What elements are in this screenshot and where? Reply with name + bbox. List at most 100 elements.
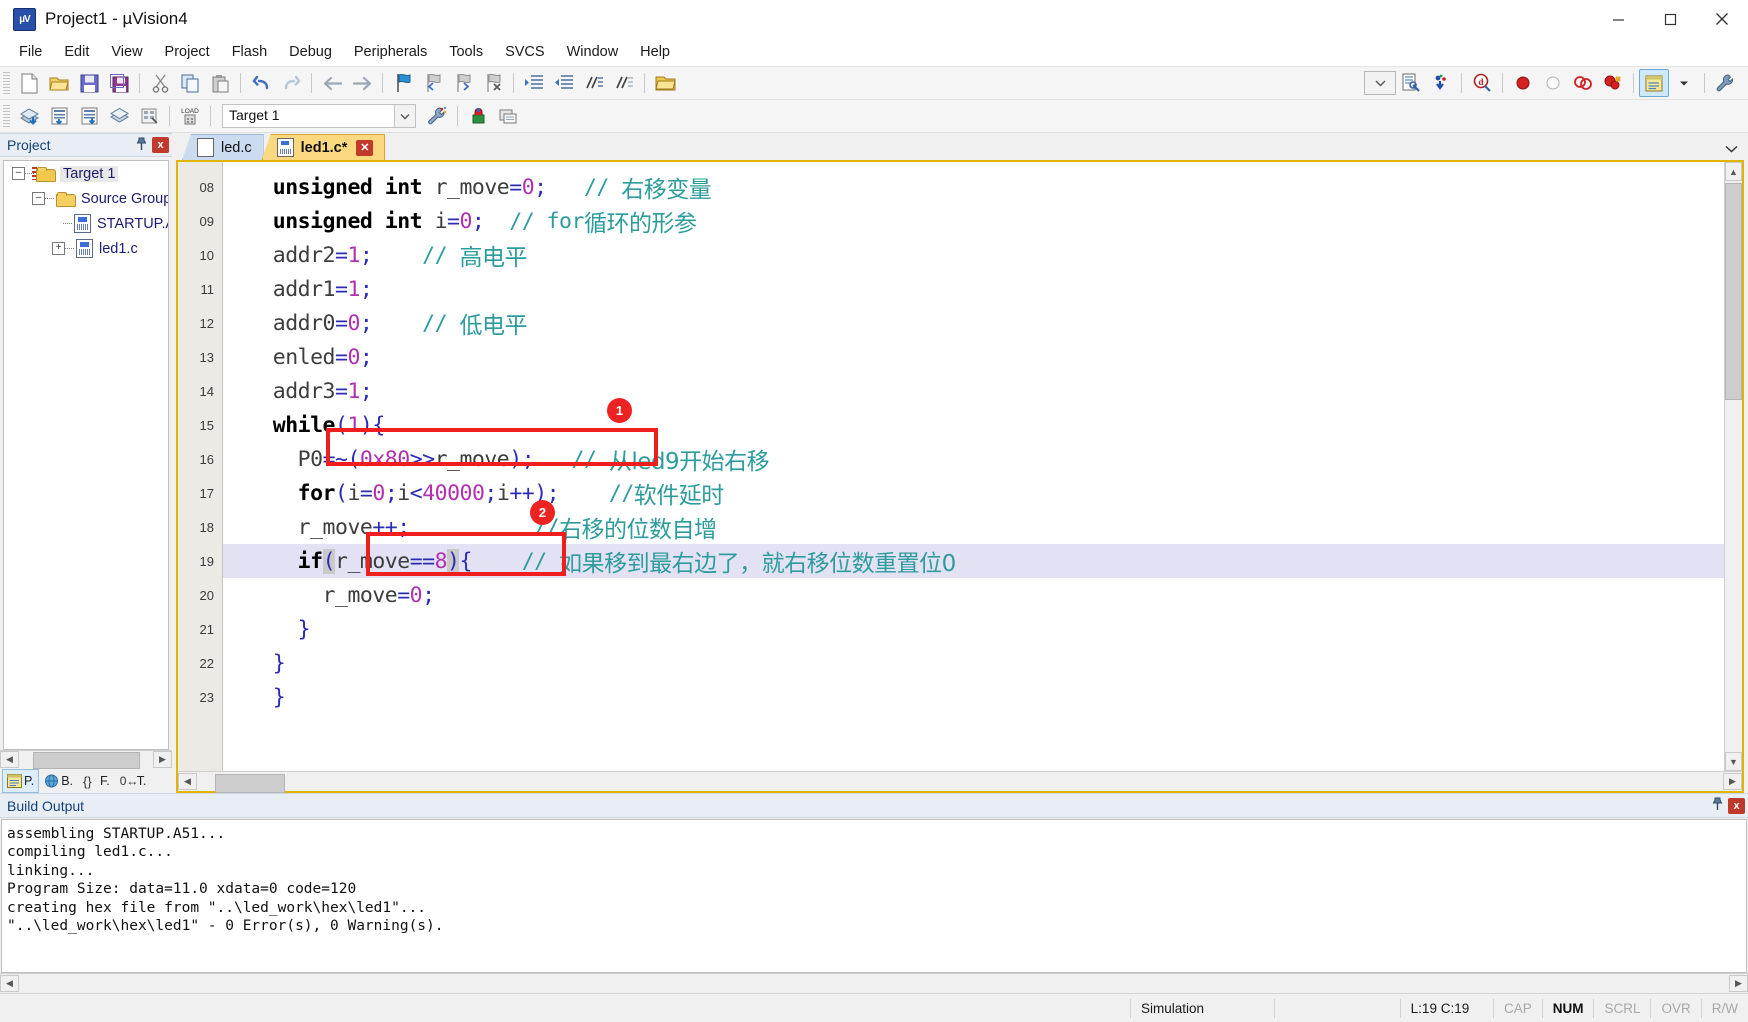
tree-expander-target1[interactable]: – xyxy=(12,167,25,180)
scroll-right-arrow-icon[interactable]: ▶ xyxy=(153,751,172,768)
project-pane-close-button[interactable]: x xyxy=(152,137,169,153)
editor-vscroll-track[interactable] xyxy=(1725,181,1742,752)
redo-icon[interactable] xyxy=(276,69,306,97)
menu-project[interactable]: Project xyxy=(154,41,221,63)
bookmark-toggle-icon[interactable] xyxy=(388,69,418,97)
configure-icon[interactable] xyxy=(1426,69,1456,97)
tabstrip-overflow-chevron-down-icon[interactable] xyxy=(1725,144,1738,156)
tree-node-source-group[interactable]: – Source Group xyxy=(4,186,168,211)
code-line[interactable]: r_move ++; //右移的位数自增 xyxy=(223,510,1724,544)
menu-view[interactable]: View xyxy=(100,41,153,63)
minimize-button[interactable] xyxy=(1592,0,1644,38)
build-hscroll-track[interactable] xyxy=(19,976,1729,991)
tree-label-startup[interactable]: STARTUP.A xyxy=(96,216,168,232)
debug-start-icon[interactable]: d xyxy=(1467,69,1497,97)
editor-vscroll-thumb[interactable] xyxy=(1725,183,1742,400)
build-output-close-button[interactable]: x xyxy=(1728,797,1745,814)
cut-icon[interactable] xyxy=(145,69,175,97)
build-scroll-left-arrow-icon[interactable]: ◀ xyxy=(0,975,19,992)
save-icon[interactable] xyxy=(74,69,104,97)
code-line[interactable]: for(i = 0; i <40000; i ++); //软件延时 xyxy=(223,476,1724,510)
code-line[interactable]: unsigned int i = 0; // for 循环的形参 xyxy=(223,204,1724,238)
download-icon[interactable]: LOAD xyxy=(175,102,205,130)
tree-node-target1[interactable]: – Target 1 xyxy=(4,161,168,186)
menu-tools[interactable]: Tools xyxy=(438,41,494,63)
editor-viewport[interactable]: 08 09 10 11 12 13 14 15 16 17 18 19 20 2… xyxy=(178,162,1742,771)
code-line[interactable]: addr1 = 1; xyxy=(223,272,1724,306)
rebuild-all-icon[interactable] xyxy=(104,102,134,130)
manage-components-icon[interactable] xyxy=(463,102,493,130)
tree-node-startup[interactable]: STARTUP.A xyxy=(4,211,168,236)
close-button[interactable] xyxy=(1696,0,1748,38)
editor-tab-close-icon[interactable]: ✕ xyxy=(356,139,374,156)
project-hscroll-thumb[interactable] xyxy=(33,752,140,769)
scroll-down-arrow-icon[interactable]: ▼ xyxy=(1725,752,1742,771)
scroll-up-arrow-icon[interactable]: ▲ xyxy=(1725,162,1742,181)
code-line[interactable]: r_move = 0; xyxy=(223,578,1724,612)
code-line[interactable]: if(r_move == 8){ // 如果移到最右边了，就右移位数重置位0 xyxy=(223,544,1724,578)
project-hscroll-track[interactable] xyxy=(19,752,153,769)
batch-build-icon[interactable] xyxy=(134,102,164,130)
maximize-button[interactable] xyxy=(1644,0,1696,38)
bookmark-prev-icon[interactable] xyxy=(418,69,448,97)
menu-edit[interactable]: Edit xyxy=(53,41,100,63)
new-file-icon[interactable] xyxy=(14,69,44,97)
open-file-icon[interactable] xyxy=(44,69,74,97)
editor-scroll-left-arrow-icon[interactable]: ◀ xyxy=(178,773,197,790)
find-combo-dropdown[interactable] xyxy=(1364,71,1396,95)
menu-file[interactable]: File xyxy=(8,41,53,63)
menu-peripherals[interactable]: Peripherals xyxy=(343,41,438,63)
editor-hscroll-track[interactable] xyxy=(197,774,1723,793)
menu-debug[interactable]: Debug xyxy=(278,41,343,63)
find-in-files-icon[interactable] xyxy=(1396,69,1426,97)
breakpoint-kill-all-icon[interactable] xyxy=(1568,69,1598,97)
build-output-hscrollbar[interactable]: ◀ ▶ xyxy=(0,973,1748,993)
outdent-icon[interactable] xyxy=(549,69,579,97)
breakpoint-disable-icon[interactable] xyxy=(1538,69,1568,97)
code-line[interactable]: enled = 0; xyxy=(223,340,1724,374)
tree-label-led1c[interactable]: led1.c xyxy=(98,241,138,257)
bookmark-next-icon[interactable] xyxy=(448,69,478,97)
editor-scroll-right-arrow-icon[interactable]: ▶ xyxy=(1723,773,1742,790)
copy-icon[interactable] xyxy=(175,69,205,97)
project-tree[interactable]: – Target 1 – Source Group STARTUP.A + le… xyxy=(3,160,169,750)
tree-label-source-group[interactable]: Source Group xyxy=(80,191,168,207)
menu-svcs[interactable]: SVCS xyxy=(494,41,556,63)
code-text-area[interactable]: unsigned int r_move = 0; // 右移变量 unsigned … xyxy=(223,162,1724,771)
tab-books[interactable]: B. xyxy=(39,769,78,793)
undo-icon[interactable] xyxy=(246,69,276,97)
build-icon[interactable] xyxy=(74,102,104,130)
breakpoint-disable-all-icon[interactable] xyxy=(1598,69,1628,97)
paste-icon[interactable] xyxy=(205,69,235,97)
tree-node-led1c[interactable]: + led1.c xyxy=(4,236,168,261)
tab-templates[interactable]: 0↔ T. xyxy=(115,769,152,793)
back-icon[interactable] xyxy=(317,69,347,97)
translate-icon[interactable] xyxy=(44,102,74,130)
target-selector[interactable]: Target 1 xyxy=(222,104,416,128)
editor-vscrollbar[interactable]: ▲ ▼ xyxy=(1724,162,1742,771)
project-tree-hscrollbar[interactable]: ◀ ▶ xyxy=(0,750,172,769)
tree-expander-source-group[interactable]: – xyxy=(32,192,45,205)
tree-label-target1[interactable]: Target 1 xyxy=(60,165,119,182)
code-line[interactable]: } xyxy=(223,680,1724,714)
target-options-icon[interactable] xyxy=(422,102,452,130)
build-target-icon[interactable] xyxy=(14,102,44,130)
editor-hscrollbar[interactable]: ◀ ▶ xyxy=(178,771,1742,793)
menu-help[interactable]: Help xyxy=(629,41,681,63)
chevron-down-icon[interactable] xyxy=(395,104,416,128)
tab-project[interactable]: P. xyxy=(2,768,40,793)
forward-icon[interactable] xyxy=(347,69,377,97)
code-line[interactable]: addr3 = 1; xyxy=(223,374,1724,408)
scroll-left-arrow-icon[interactable]: ◀ xyxy=(0,751,19,768)
uncomment-icon[interactable] xyxy=(609,69,639,97)
editor-tab-led1c[interactable]: led1.c* ✕ xyxy=(261,134,386,160)
save-all-icon[interactable] xyxy=(104,69,134,97)
code-line[interactable]: } xyxy=(223,646,1724,680)
auto-hide-pin-icon[interactable] xyxy=(135,137,148,154)
code-line[interactable]: unsigned int r_move = 0; // 右移变量 xyxy=(223,170,1724,204)
build-output-body[interactable]: assembling STARTUP.A51... compiling led1… xyxy=(1,819,1747,973)
code-line[interactable]: while(1){ xyxy=(223,408,1724,442)
project-window-dropdown-arrow-icon[interactable] xyxy=(1669,69,1699,97)
project-window-icon[interactable] xyxy=(1639,69,1669,97)
manage-project-items-icon[interactable] xyxy=(493,102,523,130)
